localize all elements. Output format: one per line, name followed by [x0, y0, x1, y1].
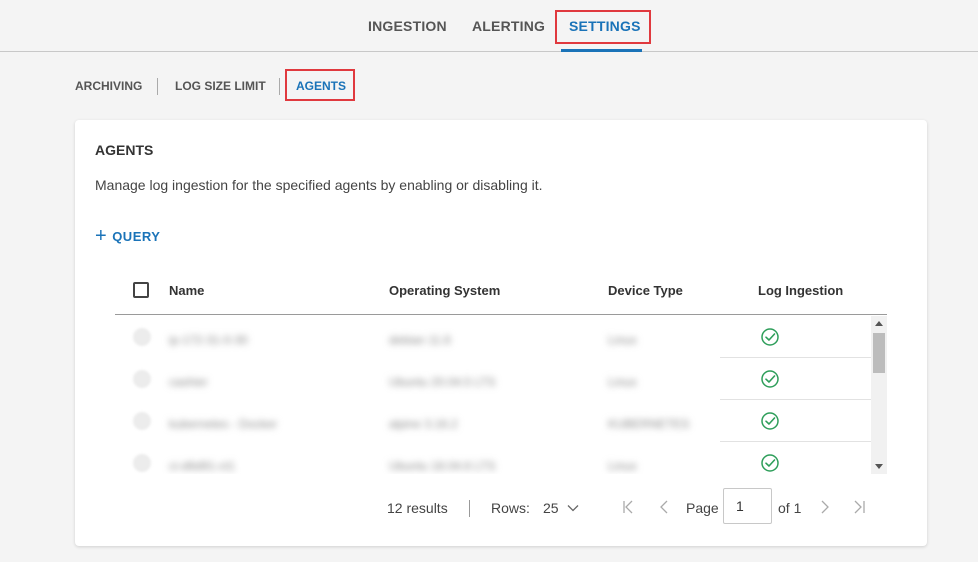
- rows-per-page-select[interactable]: 25: [543, 500, 559, 516]
- column-header-device-type[interactable]: Device Type: [608, 283, 683, 298]
- check-circle-icon[interactable]: [760, 411, 780, 431]
- row-checkbox[interactable]: [133, 454, 151, 472]
- column-header-log-ingestion[interactable]: Log Ingestion: [758, 283, 843, 298]
- subtab-divider: [279, 78, 280, 95]
- page-total: of 1: [778, 500, 802, 516]
- row-checkbox[interactable]: [133, 412, 151, 430]
- agent-name: cashier: [169, 375, 208, 389]
- table-row[interactable]: kubernetes - Docker alpine 3.16.2 KUBERN…: [115, 400, 871, 442]
- rows-label: Rows:: [491, 500, 530, 516]
- table-row[interactable]: ip-172-31-0-30 debian 11.6 Linux: [115, 316, 871, 358]
- check-circle-icon[interactable]: [760, 327, 780, 347]
- scrollbar-thumb[interactable]: [873, 333, 885, 373]
- table-row[interactable]: ci-d6d91-ct1 Ubuntu 18.04.6 LTS Linux: [115, 442, 871, 474]
- scroll-up-arrow-icon[interactable]: [875, 321, 883, 326]
- card-description: Manage log ingestion for the specified a…: [95, 177, 543, 193]
- card-title: AGENTS: [95, 142, 154, 158]
- highlight-box-agents: [285, 69, 355, 101]
- agent-name: ip-172-31-0-30: [169, 333, 248, 347]
- tab-alerting[interactable]: ALERTING: [472, 18, 545, 34]
- agent-os: Ubuntu 20.04.5 LTS: [389, 375, 496, 389]
- column-header-name[interactable]: Name: [169, 283, 204, 298]
- log-ingestion-cell: [720, 442, 871, 474]
- column-header-os[interactable]: Operating System: [389, 283, 500, 298]
- subtab-divider: [157, 78, 158, 95]
- subtab-log-size-limit[interactable]: LOG SIZE LIMIT: [175, 79, 266, 93]
- agent-device-type: Linux: [608, 333, 637, 347]
- agent-os: alpine 3.16.2: [389, 417, 458, 431]
- log-ingestion-cell: [720, 358, 871, 400]
- row-checkbox[interactable]: [133, 370, 151, 388]
- chevron-down-icon[interactable]: [566, 501, 580, 515]
- previous-page-icon[interactable]: [655, 498, 673, 516]
- log-ingestion-cell: [720, 316, 871, 358]
- scroll-down-arrow-icon[interactable]: [875, 464, 883, 469]
- agent-device-type: Linux: [608, 375, 637, 389]
- table-scrollbar[interactable]: [871, 316, 887, 474]
- query-label: QUERY: [112, 228, 161, 244]
- last-page-icon[interactable]: [850, 498, 868, 516]
- highlight-box-settings: [555, 10, 651, 44]
- table-header: Name Operating System Device Type Log In…: [115, 270, 887, 315]
- page-number-input[interactable]: [723, 488, 772, 524]
- agent-os: Ubuntu 18.04.6 LTS: [389, 459, 496, 473]
- subtab-archiving[interactable]: ARCHIVING: [75, 79, 142, 93]
- agent-os: debian 11.6: [389, 333, 451, 347]
- log-ingestion-cell: [720, 400, 871, 442]
- plus-icon: +: [95, 225, 108, 247]
- page-label: Page: [686, 500, 719, 516]
- results-count: 12 results: [387, 500, 448, 516]
- top-tab-bar: INGESTION ALERTING SETTINGS: [0, 0, 978, 52]
- tab-ingestion[interactable]: INGESTION: [368, 18, 447, 34]
- agents-card: AGENTS Manage log ingestion for the spec…: [75, 120, 927, 546]
- row-checkbox[interactable]: [133, 328, 151, 346]
- agent-device-type: KUBERNETES: [608, 417, 690, 431]
- pagination-bar: 12 results Rows: 25 Page of 1: [75, 488, 927, 528]
- agent-device-type: Linux: [608, 459, 637, 473]
- check-circle-icon[interactable]: [760, 453, 780, 473]
- agent-name: ci-d6d91-ct1: [169, 459, 236, 473]
- next-page-icon[interactable]: [816, 498, 834, 516]
- select-all-checkbox[interactable]: [133, 282, 149, 298]
- agent-name: kubernetes - Docker: [169, 417, 278, 431]
- add-query-button[interactable]: + QUERY: [95, 226, 160, 246]
- active-tab-indicator: [561, 49, 642, 52]
- check-circle-icon[interactable]: [760, 369, 780, 389]
- table-body: ip-172-31-0-30 debian 11.6 Linux cashier…: [115, 316, 887, 474]
- table-row[interactable]: cashier Ubuntu 20.04.5 LTS Linux: [115, 358, 871, 400]
- first-page-icon[interactable]: [620, 498, 638, 516]
- pagination-divider: [469, 500, 470, 517]
